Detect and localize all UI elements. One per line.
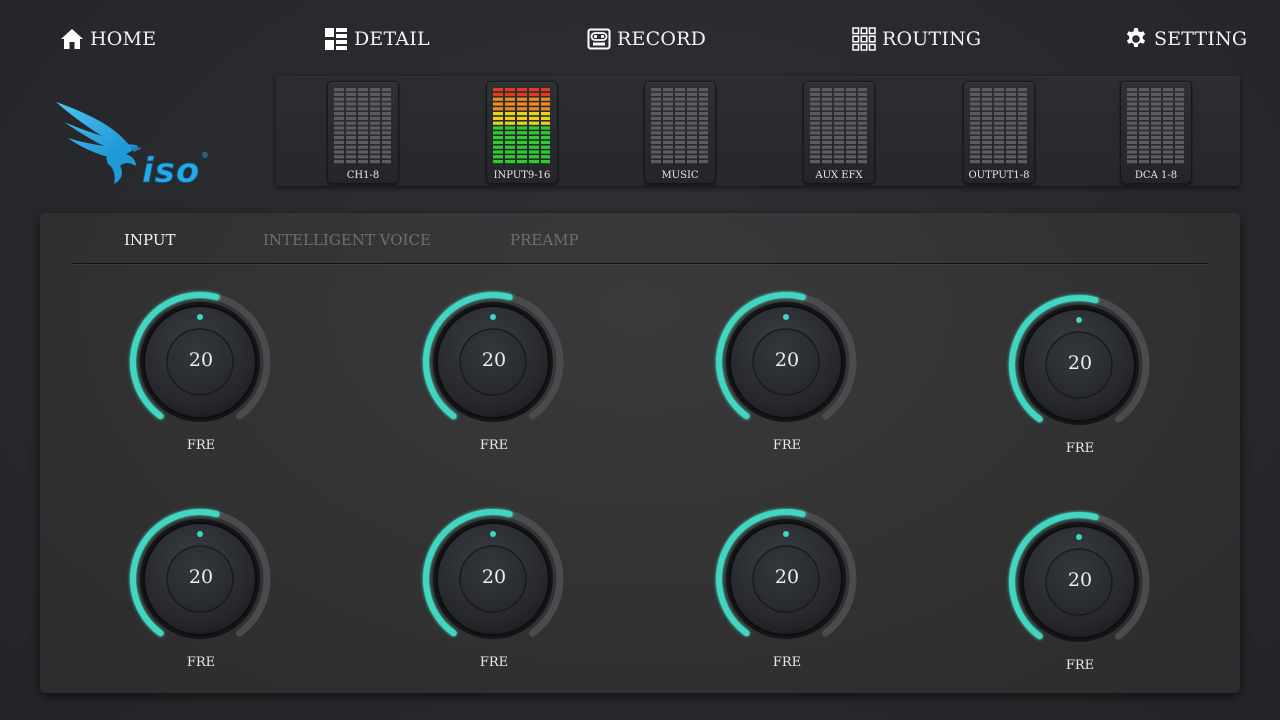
knob-label: FRE — [479, 655, 509, 670]
logo-text: iso — [142, 151, 200, 191]
meter-label: INPUT9-16 — [493, 170, 551, 181]
meter-label: OUTPUT1-8 — [968, 170, 1030, 181]
knob-label: FRE — [186, 655, 216, 670]
nav-record[interactable]: RECORD — [587, 24, 706, 54]
knob-value: 20 — [188, 566, 214, 588]
knob-label: FRE — [772, 655, 802, 670]
meter-aux-efx[interactable]: AUX EFX — [803, 81, 875, 184]
grid-icon — [852, 27, 876, 51]
mixer-app: HOME DETAIL RECORD ROUTING SETTING iso ®… — [0, 0, 1280, 720]
tab-intelligent-voice[interactable]: INTELLIGENT VOICE — [263, 231, 431, 249]
detail-icon — [324, 27, 348, 51]
nav-home-label: HOME — [90, 28, 157, 50]
knob-label: FRE — [479, 438, 509, 453]
knob-value: 20 — [481, 566, 507, 588]
meter-input9-16[interactable]: INPUT9-16 — [486, 81, 558, 184]
knob-control: 20 FRE — [712, 504, 862, 684]
meter-bank: CH1-8 INPUT9-16 MUSIC AUX EFX OUTPUT1-8 DCA 1… — [276, 76, 1240, 186]
nav-detail-label: DETAIL — [354, 28, 430, 50]
nav-detail[interactable]: DETAIL — [324, 24, 430, 54]
knob-value: 20 — [774, 566, 800, 588]
meter-label: DCA 1-8 — [1134, 170, 1178, 181]
meter-bars — [493, 88, 550, 164]
knob-control: 20 FRE — [126, 504, 276, 684]
knob-label: FRE — [186, 438, 216, 453]
meter-bars — [651, 88, 708, 164]
knob-value: 20 — [774, 349, 800, 371]
meter-bars — [1127, 88, 1184, 164]
knob-label: FRE — [772, 438, 802, 453]
control-panel: INPUT INTELLIGENT VOICE PREAMP 20 FRE 20… — [40, 213, 1240, 693]
tab-bar: INPUT INTELLIGENT VOICE PREAMP — [40, 213, 1240, 265]
record-icon — [587, 27, 611, 51]
nav-setting[interactable]: SETTING — [1124, 24, 1247, 54]
registered-mark: ® — [201, 151, 209, 160]
knob-control: 20 FRE — [419, 504, 569, 684]
meter-output1-8[interactable]: OUTPUT1-8 — [963, 81, 1035, 184]
knob-value: 20 — [481, 349, 507, 371]
tab-divider — [72, 263, 1208, 264]
nav-routing-label: ROUTING — [882, 28, 982, 50]
meter-bars — [970, 88, 1027, 164]
meter-label: MUSIC — [661, 170, 699, 181]
tab-input[interactable]: INPUT — [124, 231, 176, 249]
brand-logo: iso ® — [50, 96, 220, 192]
meter-bars — [810, 88, 867, 164]
eagle-logo-icon: iso ® — [56, 102, 209, 191]
nav-routing[interactable]: ROUTING — [852, 24, 981, 54]
meter-label: AUX EFX — [815, 170, 863, 181]
nav-setting-label: SETTING — [1154, 28, 1248, 50]
nav-record-label: RECORD — [617, 28, 707, 50]
knob-control: 20 FRE — [712, 287, 862, 467]
knob-value: 20 — [188, 349, 214, 371]
home-icon — [60, 27, 84, 51]
knob-control: 20 FRE — [126, 287, 276, 467]
meter-label: CH1-8 — [346, 170, 380, 181]
knob-control: 20 FRE — [1005, 290, 1155, 470]
top-navigation: HOME DETAIL RECORD ROUTING SETTING — [0, 0, 1280, 76]
knob-label: FRE — [1065, 658, 1095, 673]
meter-dca-1-8[interactable]: DCA 1-8 — [1120, 81, 1192, 184]
knob-value: 20 — [1067, 569, 1093, 591]
meter-ch1-8[interactable]: CH1-8 — [327, 81, 399, 184]
meter-bars — [334, 88, 391, 164]
gear-icon — [1124, 27, 1148, 51]
nav-home[interactable]: HOME — [60, 24, 156, 54]
knob-control: 20 FRE — [419, 287, 569, 467]
tab-preamp[interactable]: PREAMP — [510, 231, 579, 249]
knob-control: 20 FRE — [1005, 507, 1155, 687]
knob-value: 20 — [1067, 352, 1093, 374]
knob-label: FRE — [1065, 441, 1095, 456]
meter-music[interactable]: MUSIC — [644, 81, 716, 184]
